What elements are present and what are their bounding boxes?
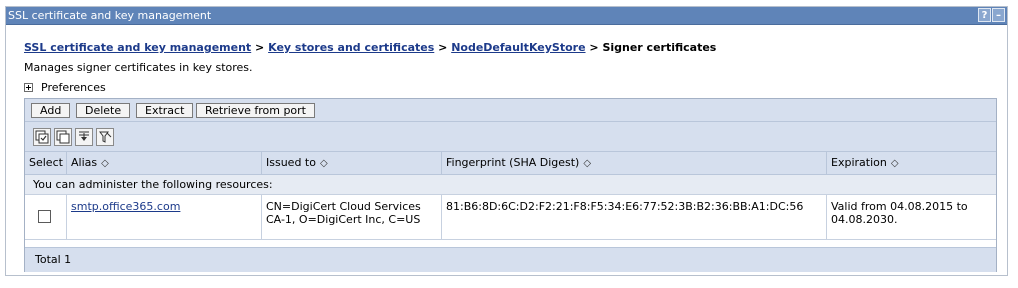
alias-link[interactable]: smtp.office365.com	[71, 200, 180, 213]
column-label-issued-to: Issued to	[266, 156, 316, 169]
delete-button[interactable]: Delete	[76, 103, 131, 118]
issued-to-line2: CA-1, O=DigiCert Inc, C=US	[266, 213, 421, 226]
expiration-cell: Valid from 04.08.2015 to 04.08.2030.	[827, 195, 996, 239]
column-header-select: Select	[25, 152, 67, 174]
sort-icon[interactable]: ◇	[891, 158, 899, 169]
expiration-line1: Valid from 04.08.2015 to	[831, 200, 968, 213]
sort-icon[interactable]: ◇	[583, 158, 591, 169]
table-row: smtp.office365.com CN=DigiCert Cloud Ser…	[25, 195, 996, 240]
expand-plus-icon[interactable]	[24, 83, 33, 92]
show-filter-icon[interactable]	[75, 128, 93, 146]
column-header-expiration[interactable]: Expiration ◇	[827, 152, 996, 174]
breadcrumb-separator: >	[589, 41, 599, 54]
minimize-button[interactable]: –	[992, 8, 1005, 22]
breadcrumb-separator: >	[438, 41, 448, 54]
resources-caption: You can administer the following resourc…	[25, 175, 996, 195]
breadcrumb-link-nodedefault[interactable]: NodeDefaultKeyStore	[451, 41, 585, 54]
column-label-select: Select	[29, 156, 63, 169]
sort-icon[interactable]: ◇	[101, 158, 109, 169]
column-header-issued-to[interactable]: Issued to ◇	[262, 152, 442, 174]
icon-bar	[25, 122, 996, 152]
window-titlebar: SSL certificate and key management ? –	[6, 7, 1007, 25]
table-header: Select Alias ◇ Issued to ◇ Fingerprint (SH…	[25, 152, 996, 175]
breadcrumb-link-keystores[interactable]: Key stores and certificates	[268, 41, 434, 54]
issued-to-cell: CN=DigiCert Cloud Services CA-1, O=DigiC…	[262, 195, 442, 239]
row-select-checkbox[interactable]	[38, 210, 51, 223]
clear-filter-icon[interactable]	[96, 128, 114, 146]
deselect-all-icon[interactable]	[54, 128, 72, 146]
extract-button[interactable]: Extract	[136, 103, 194, 118]
column-label-alias: Alias	[71, 156, 98, 169]
fingerprint-value: 81:B6:8D:6C:D2:F2:21:F8:F5:34:E6:77:52:3…	[446, 200, 804, 213]
preferences-label: Preferences	[41, 81, 106, 94]
signer-certificates-table: Add Delete Extract Retrieve from port Se…	[24, 98, 997, 272]
breadcrumb-separator: >	[255, 41, 265, 54]
breadcrumb: SSL certificate and key management > Key…	[24, 41, 716, 54]
breadcrumb-current: Signer certificates	[602, 41, 717, 54]
window-title: SSL certificate and key management	[8, 9, 212, 22]
breadcrumb-link-ssl[interactable]: SSL certificate and key management	[24, 41, 251, 54]
button-bar: Add Delete Extract Retrieve from port	[25, 99, 996, 122]
column-header-alias[interactable]: Alias ◇	[67, 152, 262, 174]
alias-cell: smtp.office365.com	[67, 195, 262, 239]
select-cell	[25, 195, 67, 239]
sort-icon[interactable]: ◇	[320, 158, 328, 169]
select-all-icon[interactable]	[33, 128, 51, 146]
retrieve-from-port-button[interactable]: Retrieve from port	[196, 103, 315, 118]
preferences-toggle[interactable]: Preferences	[24, 81, 106, 94]
portlet-window: SSL certificate and key management ? – S…	[5, 6, 1008, 276]
issued-to-line1: CN=DigiCert Cloud Services	[266, 200, 421, 213]
fingerprint-cell: 81:B6:8D:6C:D2:F2:21:F8:F5:34:E6:77:52:3…	[442, 195, 827, 239]
add-button[interactable]: Add	[31, 103, 71, 118]
expiration-line2: 04.08.2030.	[831, 213, 898, 226]
table-total: Total 1	[25, 247, 996, 272]
column-header-fingerprint[interactable]: Fingerprint (SHA Digest) ◇	[442, 152, 827, 174]
page-description: Manages signer certificates in key store…	[24, 61, 253, 74]
column-label-expiration: Expiration	[831, 156, 887, 169]
help-button[interactable]: ?	[978, 8, 991, 22]
column-label-fingerprint: Fingerprint (SHA Digest)	[446, 156, 580, 169]
